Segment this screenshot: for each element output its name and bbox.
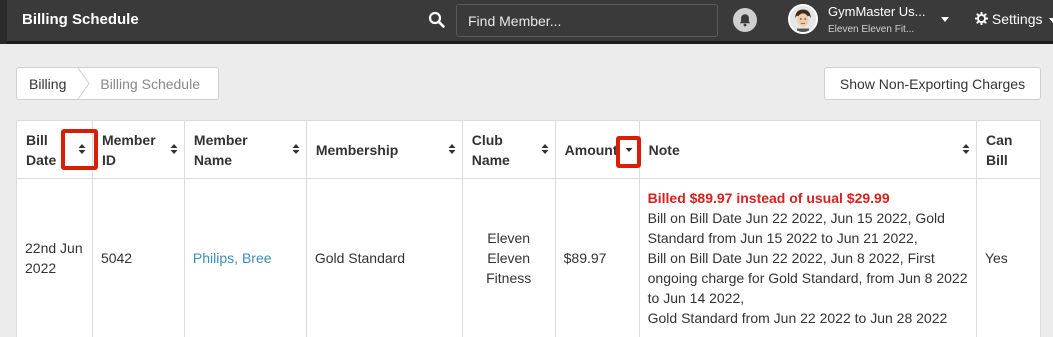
breadcrumb-separator-icon <box>78 68 90 99</box>
sort-icon[interactable] <box>292 143 300 155</box>
find-member-input[interactable] <box>456 4 718 37</box>
highlight-box-bill-date-sort <box>61 129 98 170</box>
cell-member-name: Philips, Bree <box>183 178 307 337</box>
column-header-note[interactable]: Note <box>638 120 977 179</box>
bill-date-year: 2022 <box>25 260 57 276</box>
sort-icon[interactable] <box>962 143 970 155</box>
sort-icon[interactable] <box>448 143 456 155</box>
column-header-label: Membership <box>315 141 399 158</box>
cell-club-name: Eleven Eleven Fitness <box>461 178 556 337</box>
search-icon[interactable] <box>428 11 446 29</box>
column-header-label: Bill <box>985 151 1008 168</box>
note-line: Standard from Jun 15 2022 to Jun 21 2022… <box>647 230 918 246</box>
column-header-membership[interactable]: Membership <box>305 120 463 179</box>
user-menu-chevron-down-icon[interactable] <box>941 17 949 22</box>
column-header-club-name[interactable]: Club Name <box>461 120 556 179</box>
column-header-label: Can <box>985 131 1013 148</box>
column-header-label: Name <box>471 151 510 168</box>
club-name-line: Eleven <box>487 250 531 266</box>
note-line: ongoing charge for Gold Standard, from J… <box>647 270 968 286</box>
top-navbar: Billing Schedule GymMaster Us... Eleven … <box>0 0 1053 44</box>
gear-icon <box>974 11 989 26</box>
column-header-label: Note <box>648 141 680 158</box>
column-header-can-bill[interactable]: Can Bill <box>975 120 1042 179</box>
page-title: Billing Schedule <box>22 11 139 28</box>
cell-amount: $89.97 <box>554 178 640 337</box>
column-header-label: Member <box>193 131 248 148</box>
chevron-down-icon <box>1049 17 1053 23</box>
settings-menu[interactable]: Settings <box>974 11 1053 27</box>
user-name[interactable]: GymMaster Us... <box>828 4 926 19</box>
cell-member-id: 5042 <box>91 178 185 337</box>
club-name-line: Eleven <box>487 230 531 246</box>
column-header-member-id[interactable]: Member ID <box>91 120 185 179</box>
show-non-exporting-charges-button[interactable]: Show Non-Exporting Charges <box>824 67 1041 100</box>
column-header-label: Bill <box>26 131 48 148</box>
cell-can-bill: Yes <box>975 178 1042 337</box>
column-header-label: Club <box>471 131 503 148</box>
cell-membership: Gold Standard <box>305 178 463 337</box>
cell-bill-date: 22nd Jun 2022 <box>16 178 93 337</box>
column-header-label: ID <box>101 151 116 168</box>
table-row: 22nd Jun 2022 5042 Philips, Bree Gold Sta… <box>16 178 1042 337</box>
bill-date-day: 22nd Jun <box>25 240 83 256</box>
breadcrumb-item-billing[interactable]: Billing <box>17 68 78 99</box>
club-name-line: Fitness <box>486 270 532 286</box>
user-avatar[interactable] <box>788 4 818 34</box>
sort-icon[interactable] <box>541 143 549 155</box>
note-line: Gold Standard from Jun 22 2022 to Jun 28… <box>647 310 948 326</box>
breadcrumb: Billing Billing Schedule <box>16 67 219 100</box>
avatar-face-icon <box>790 6 816 32</box>
column-header-member-name[interactable]: Member Name <box>183 120 307 179</box>
member-name-link[interactable]: Philips, Bree <box>193 250 272 266</box>
column-header-label: Date <box>26 151 57 168</box>
sort-icon[interactable] <box>170 143 178 155</box>
note-highlight: Billed $89.97 instead of usual $29.99 <box>647 190 890 206</box>
notifications-bell-icon[interactable] <box>733 8 757 32</box>
cell-note: Billed $89.97 instead of usual $29.99 Bi… <box>638 178 977 337</box>
user-club: Eleven Eleven Fit... <box>828 24 915 35</box>
navbar-left-strip <box>0 0 7 44</box>
note-line: Bill on Bill Date Jun 22 2022, Jun 8 202… <box>647 250 935 266</box>
billing-schedule-table: Bill Date Member ID Member Name Membership … <box>16 120 1042 337</box>
note-line: to Jun 14 2022, <box>647 290 745 306</box>
bell-icon <box>739 14 751 27</box>
highlight-box-amount-sort <box>616 136 641 168</box>
table-header-row: Bill Date Member ID Member Name Membership … <box>16 120 1042 179</box>
note-line: Bill on Bill Date Jun 22 2022, Jun 15 20… <box>647 210 945 226</box>
column-header-label: Name <box>193 151 233 168</box>
column-header-label: Member <box>101 131 156 148</box>
breadcrumb-item-billing-schedule: Billing Schedule <box>100 75 200 92</box>
settings-label: Settings <box>991 11 1043 27</box>
